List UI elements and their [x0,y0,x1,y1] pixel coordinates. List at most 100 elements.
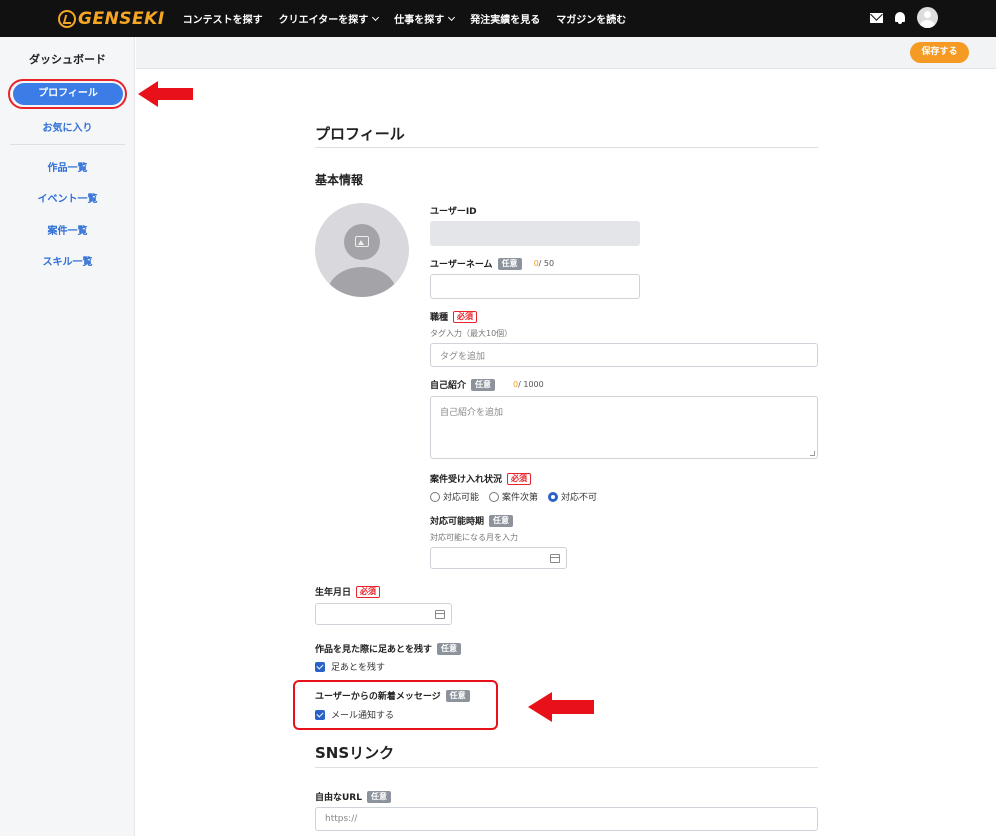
birthday-datepicker[interactable] [315,603,452,625]
username-input[interactable] [430,274,640,299]
availability-radio-group: 対応可能 案件次第 対応不可 [430,490,607,503]
nav-label: マガジンを読む [556,15,627,26]
annotation-highlight-box [293,680,498,730]
nav-magazine[interactable]: マガジンを読む [556,11,626,26]
label-text: 対応可能時期 [430,517,485,527]
checkbox-checked-icon [315,661,325,672]
top-icons [870,7,938,28]
radio-label: 対応可能 [443,493,480,503]
sidebar: ダッシュボード プロフィール お気に入り 作品一覧 イベント一覧 案件一覧 スキ… [0,37,135,836]
free-url-label: 自由なURL 任意 [315,790,391,803]
optional-badge: 任意 [489,514,514,527]
bio-label: 自己紹介 任意 0/ 1000 [430,378,544,391]
divider [315,767,818,768]
placeholder-text: https:// [325,814,358,824]
available-period-label: 対応可能時期 任意 [430,514,514,527]
label-text: 作品を見た際に足あとを残す [315,645,433,655]
sidebar-item-profile[interactable]: プロフィール [13,83,123,105]
image-icon [355,236,369,247]
nav-contests[interactable]: コンテストを探す [183,11,263,26]
required-badge: 必須 [507,472,532,485]
mail-icon[interactable] [870,12,883,23]
occupation-hint: タグ入力（最大10個） [430,329,513,338]
radio-depends[interactable]: 案件次第 [489,490,538,503]
placeholder-text: 自己紹介を追加 [440,408,504,418]
nav-creators[interactable]: クリエイターを探す [279,11,380,26]
optional-badge: 任意 [437,642,462,655]
sidebar-item-skills[interactable]: スキル一覧 [0,253,135,268]
page-title: プロフィール [315,125,405,143]
label-text: 生年月日 [315,588,352,598]
label-text: 案件受け入れ状況 [430,475,503,485]
optional-badge: 任意 [497,257,522,270]
username-label: ユーザーネーム 任意 0/ 50 [430,257,554,270]
email-notification-checkbox[interactable]: メール通知する [315,708,394,721]
annotation-arrow-left-icon [528,692,594,722]
chevron-down-icon [372,13,380,21]
bell-icon[interactable] [895,11,905,24]
calendar-icon[interactable] [550,554,560,563]
bio-textarea[interactable]: 自己紹介を追加 [430,396,818,459]
occupation-label: 職種 必須 [430,310,478,323]
availability-label: 案件受け入れ状況 必須 [430,472,532,485]
label-text: 自己紹介 [430,381,467,391]
char-counter: 0/ 50 [534,259,555,268]
user-id-field [430,221,640,246]
avatar-body [328,267,396,297]
sidebar-item-works[interactable]: 作品一覧 [0,159,135,174]
occupation-tag-input[interactable]: タグを追加 [430,343,818,367]
char-max: / 1000 [518,380,544,389]
char-max: / 50 [538,259,555,268]
label-text: 自由なURL [315,793,362,803]
footprint-label: 作品を見た際に足あとを残す 任意 [315,642,462,655]
avatar[interactable] [917,7,938,28]
sidebar-divider [10,144,125,145]
main-nav: コンテストを探す クリエイターを探す 仕事を探す 発注実績を見る マガジンを読む [183,11,643,26]
radio-selected-icon [548,491,559,502]
available-period-datepicker[interactable] [430,547,567,569]
genseki-logo[interactable]: GENSEKI [58,9,165,29]
nav-label: 仕事を探す [394,15,445,26]
optional-badge: 任意 [445,689,470,702]
sidebar-item-favorites[interactable]: お気に入り [0,119,135,134]
profile-avatar-upload[interactable] [315,203,409,297]
save-button[interactable]: 保存する [910,42,969,63]
sidebar-item-projects[interactable]: 案件一覧 [0,222,135,237]
char-counter: 0/ 1000 [513,380,544,389]
free-url-input[interactable]: https:// [315,807,818,831]
messages-label: ユーザーからの新着メッセージ 任意 [315,689,470,702]
action-bar: 保存する [136,37,996,69]
radio-unavailable[interactable]: 対応不可 [548,490,597,503]
nav-jobs[interactable]: 仕事を探す [394,11,456,26]
checkbox-checked-icon [315,709,325,720]
optional-badge: 任意 [471,378,496,391]
required-badge: 必須 [453,310,478,323]
section-title-sns: SNSリンク [315,744,395,762]
radio-label: 案件次第 [502,493,539,503]
radio-icon [489,491,500,502]
nav-orders[interactable]: 発注実績を見る [470,11,540,26]
sidebar-item-events[interactable]: イベント一覧 [0,190,135,205]
user-id-label: ユーザーID [430,204,477,217]
annotation-arrow-left-icon [138,81,193,107]
birthday-label: 生年月日 必須 [315,585,381,598]
checkbox-label: 足あとを残す [331,663,386,673]
logo-text: GENSEKI [78,8,165,29]
chevron-down-icon [448,13,456,21]
resize-handle-icon[interactable] [810,451,815,456]
checkbox-label: メール通知する [331,711,395,721]
optional-badge: 任意 [366,790,391,803]
label-text: ユーザーID [430,207,477,217]
label-text: 職種 [430,313,449,323]
placeholder-text: タグを追加 [440,351,486,362]
available-period-hint: 対応可能になる月を入力 [430,533,518,542]
radio-icon [430,491,440,502]
divider [315,147,818,148]
footprint-checkbox[interactable]: 足あとを残す [315,660,385,673]
nav-label: コンテストを探す [182,15,263,26]
logo-icon [58,9,76,28]
label-text: ユーザーからの新着メッセージ [315,692,441,702]
calendar-icon[interactable] [435,610,445,619]
radio-available[interactable]: 対応可能 [430,490,479,503]
required-badge: 必須 [356,585,381,598]
